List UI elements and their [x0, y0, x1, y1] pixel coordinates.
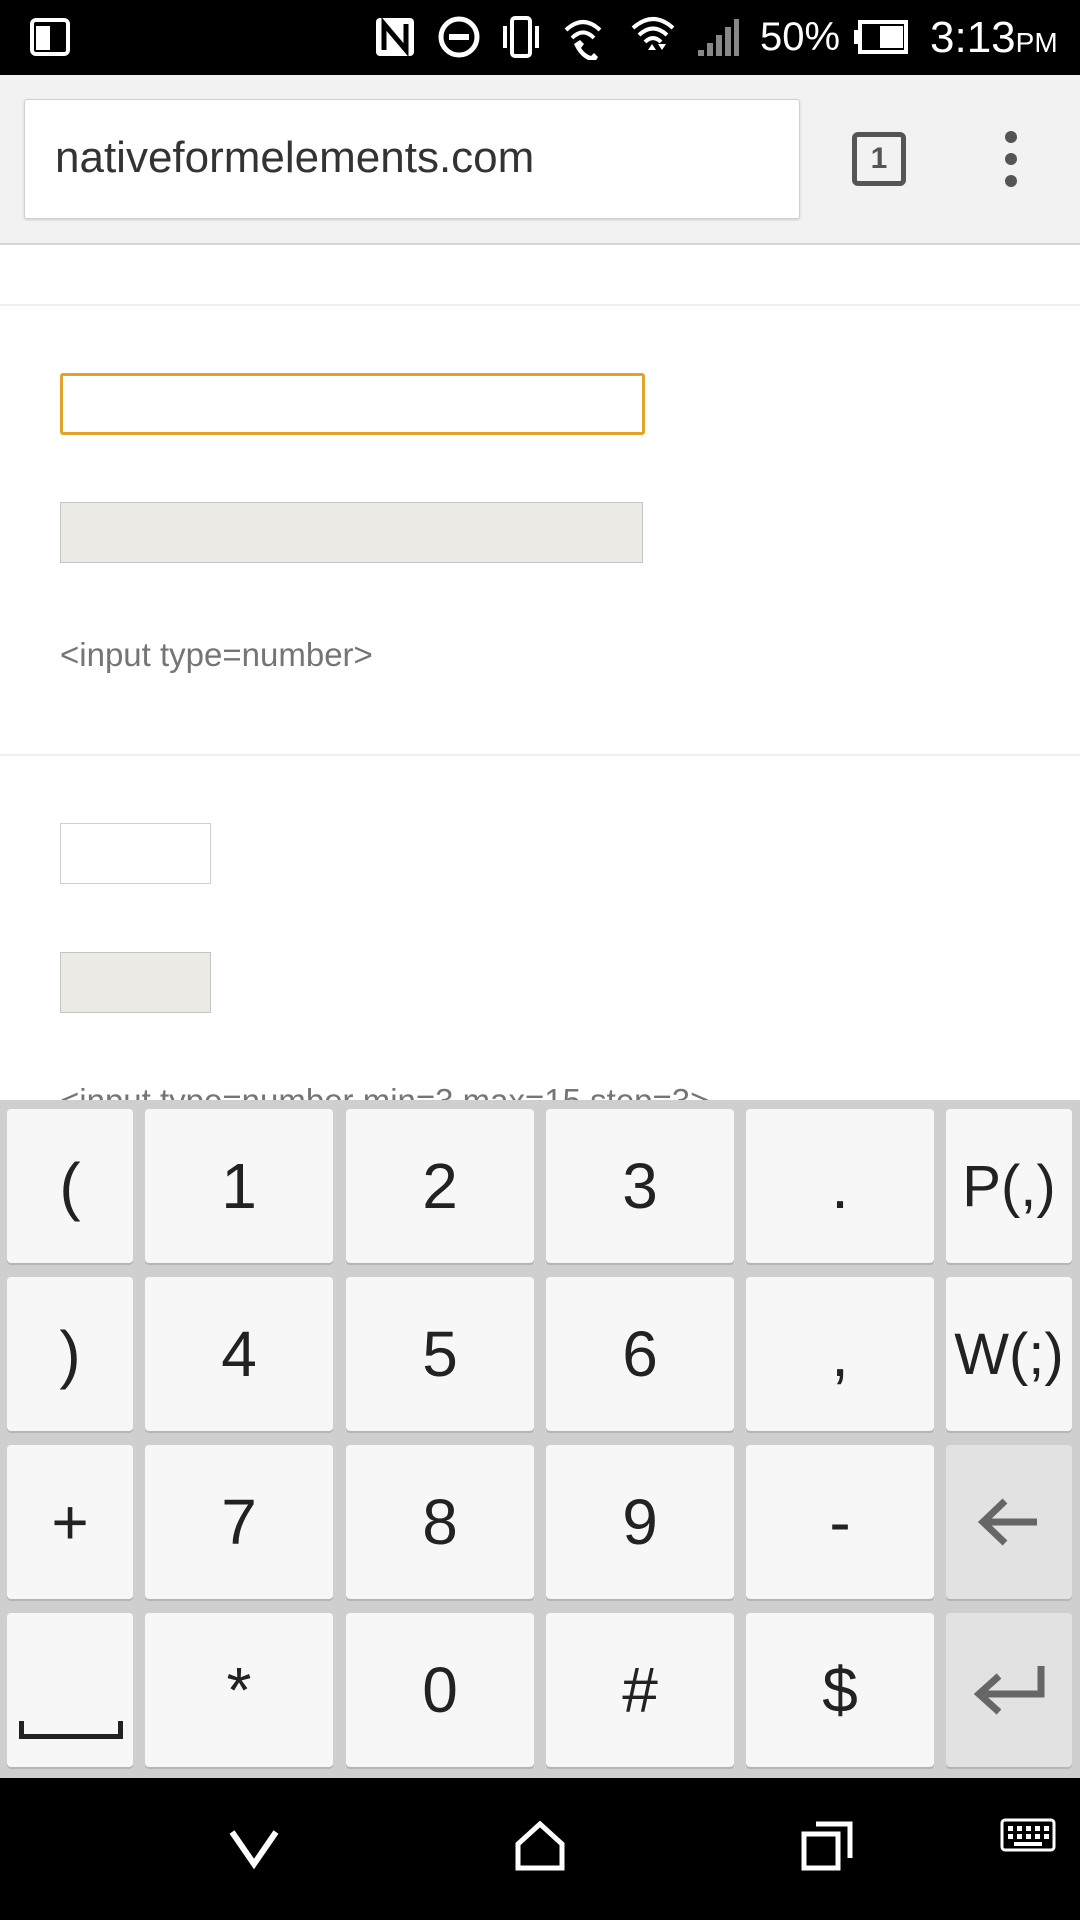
key-9[interactable]: 9 — [546, 1445, 734, 1599]
clock-time: 3:13 — [930, 13, 1016, 62]
do-not-disturb-icon — [438, 16, 480, 58]
nfc-icon — [376, 17, 414, 57]
url-text: nativeformelements.com — [55, 133, 535, 182]
recents-icon[interactable] — [800, 1818, 856, 1874]
key-space[interactable] — [7, 1613, 133, 1767]
vibrate-icon — [503, 16, 539, 58]
key-1[interactable]: 1 — [145, 1109, 333, 1263]
key-7[interactable]: 7 — [145, 1445, 333, 1599]
key-wait[interactable]: W(;) — [946, 1277, 1072, 1431]
number-input-disabled — [60, 502, 643, 563]
key-6[interactable]: 6 — [546, 1277, 734, 1431]
numeric-keyboard: ( 1 2 3 . P(,) ) 4 5 6 , W(;) + 7 8 9 - … — [0, 1100, 1080, 1778]
key-minus[interactable]: - — [746, 1445, 934, 1599]
key-8[interactable]: 8 — [346, 1445, 534, 1599]
clock-suffix: PM — [1015, 27, 1058, 58]
screen-mirror-icon — [30, 18, 70, 56]
overflow-menu-icon[interactable] — [998, 131, 1024, 187]
wifi-calling-icon — [564, 20, 602, 60]
key-3[interactable]: 3 — [546, 1109, 734, 1263]
key-dollar[interactable]: $ — [746, 1613, 934, 1767]
key-4[interactable]: 4 — [145, 1277, 333, 1431]
section-caption: <input type=number> — [60, 636, 373, 673]
key-close-paren[interactable]: ) — [7, 1277, 133, 1431]
key-open-paren[interactable]: ( — [7, 1109, 133, 1263]
tab-count: 1 — [870, 142, 888, 175]
key-hash[interactable]: # — [546, 1613, 734, 1767]
cell-signal-icon — [698, 19, 739, 56]
url-bar[interactable]: nativeformelements.com — [24, 99, 800, 219]
key-asterisk[interactable]: * — [145, 1613, 333, 1767]
section-divider — [0, 304, 1080, 306]
key-2[interactable]: 2 — [346, 1109, 534, 1263]
number-input-focused[interactable] — [60, 373, 645, 435]
key-5[interactable]: 5 — [346, 1277, 534, 1431]
battery-icon — [854, 20, 908, 54]
keyboard-icon[interactable] — [1000, 1818, 1056, 1858]
browser-toolbar: nativeformelements.com 1 — [0, 75, 1080, 245]
wifi-icon — [631, 17, 675, 50]
space-icon — [19, 1721, 123, 1739]
key-comma[interactable]: , — [746, 1277, 934, 1431]
key-plus[interactable]: + — [7, 1445, 133, 1599]
backspace-key[interactable] — [946, 1445, 1072, 1599]
enter-arrow-icon — [973, 1666, 1045, 1715]
key-pause[interactable]: P(,) — [946, 1109, 1072, 1263]
number-input-small-disabled — [60, 952, 211, 1013]
tab-switcher-button[interactable]: 1 — [852, 132, 906, 186]
home-icon[interactable] — [512, 1818, 568, 1874]
battery-percent: 50% — [760, 15, 841, 59]
enter-key[interactable] — [946, 1613, 1072, 1767]
key-period[interactable]: . — [746, 1109, 934, 1263]
clock: 3:13PM — [930, 12, 1058, 69]
navigation-bar — [0, 1778, 1080, 1920]
section-divider — [0, 754, 1080, 756]
backspace-arrow-icon — [977, 1498, 1037, 1546]
status-bar: 50% 3:13PM — [0, 0, 1080, 75]
number-input-small[interactable] — [60, 823, 211, 884]
key-0[interactable]: 0 — [346, 1613, 534, 1767]
back-chevron-icon[interactable] — [226, 1818, 282, 1874]
